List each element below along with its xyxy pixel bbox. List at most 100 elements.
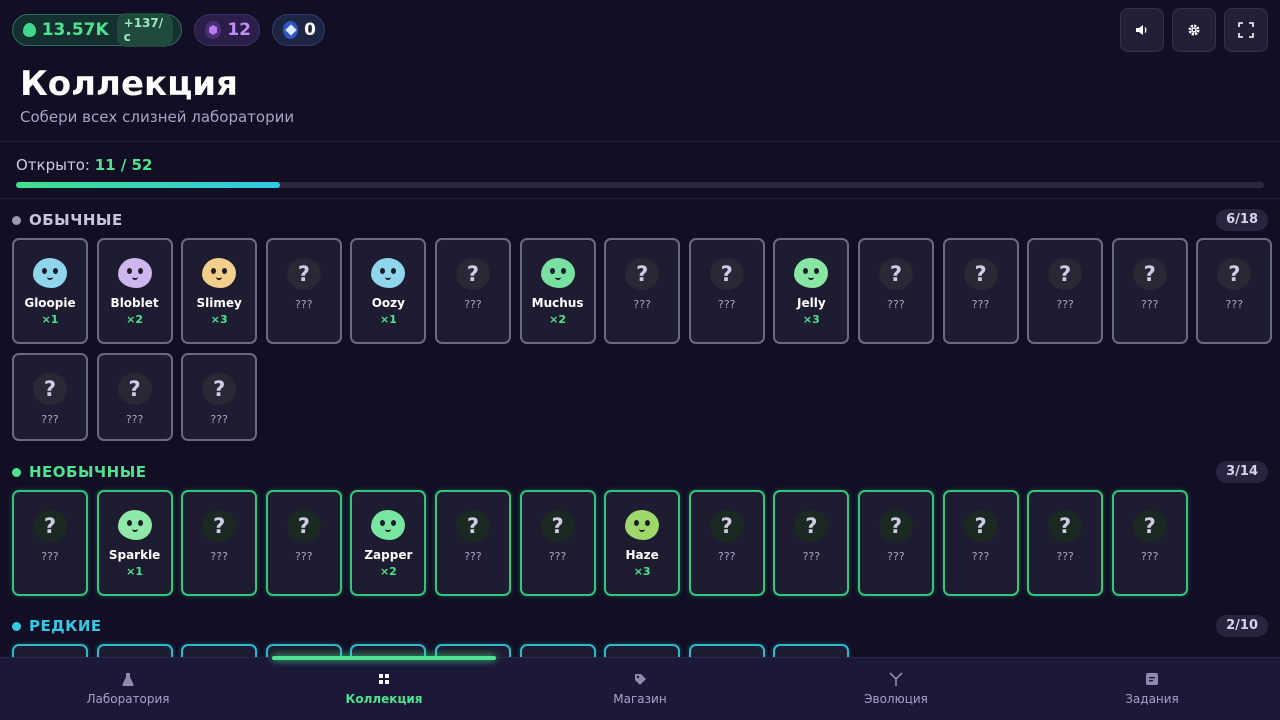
slime-icon bbox=[33, 258, 67, 288]
nav-evolution[interactable]: Эволюция bbox=[768, 658, 1024, 720]
card-grid bbox=[12, 644, 1276, 657]
nav-laboratory[interactable]: Лаборатория bbox=[0, 658, 256, 720]
nav-shop[interactable]: Магазин bbox=[512, 658, 768, 720]
locked-slime-icon: ? bbox=[963, 510, 998, 542]
slime-card[interactable]: ???? bbox=[604, 238, 681, 344]
nav-collection[interactable]: Коллекция bbox=[256, 658, 512, 720]
collection-scroll-area[interactable]: ОБЫЧНЫЕ 6/18 Gloopie ×1 Bloblet ×2 Slimey ×3?… bbox=[0, 199, 1280, 657]
slime-icon bbox=[540, 258, 575, 288]
slime-card[interactable]: ???? bbox=[1027, 238, 1104, 344]
slime-card[interactable]: Bloblet ×2 bbox=[96, 238, 173, 344]
locked-slime-icon: ? bbox=[33, 510, 67, 542]
nav-tasks[interactable]: Задания bbox=[1024, 658, 1280, 720]
slime-card[interactable]: ???? bbox=[857, 238, 934, 344]
section-count: 2/10 bbox=[1216, 615, 1268, 637]
section-title: НЕОБЫЧНЫЕ bbox=[29, 463, 147, 481]
slime-count: ×3 bbox=[210, 313, 228, 326]
slime-card[interactable]: Jelly ×3 bbox=[773, 238, 850, 344]
slime-card[interactable]: ???? bbox=[688, 238, 765, 344]
slime-icon bbox=[371, 510, 406, 540]
slime-card[interactable]: ???? bbox=[857, 490, 934, 596]
slime-name: ??? bbox=[717, 550, 736, 563]
slime-card[interactable]: Sparkle ×1 bbox=[96, 490, 173, 596]
slime-name: Gloopie bbox=[24, 296, 76, 310]
slime-name: Oozy bbox=[371, 296, 405, 310]
slime-card[interactable] bbox=[12, 644, 88, 657]
slime-card[interactable]: ???? bbox=[1196, 238, 1273, 344]
nav-label: Магазин bbox=[613, 692, 667, 706]
settings-button[interactable] bbox=[1172, 8, 1216, 52]
slime-card[interactable] bbox=[688, 644, 765, 657]
slime-card[interactable]: Oozy ×1 bbox=[350, 238, 427, 344]
slime-name: ??? bbox=[295, 298, 313, 311]
slime-card[interactable]: ???? bbox=[1111, 238, 1188, 344]
locked-slime-icon: ? bbox=[878, 258, 913, 290]
slime-card[interactable]: ???? bbox=[181, 490, 258, 596]
slime-card[interactable]: Haze ×3 bbox=[604, 490, 681, 596]
page-subtitle: Собери всех слизней лаборатории bbox=[20, 108, 295, 126]
sound-button[interactable] bbox=[1120, 8, 1164, 52]
slime-card[interactable]: ???? bbox=[519, 490, 596, 596]
locked-slime-icon: ? bbox=[709, 258, 744, 290]
slime-drop-icon bbox=[23, 23, 36, 37]
crystals-value: 0 bbox=[304, 20, 316, 40]
locked-slime-icon: ? bbox=[878, 510, 913, 542]
slime-card[interactable]: ???? bbox=[434, 238, 511, 344]
slime-card[interactable] bbox=[773, 644, 850, 657]
locked-slime-icon: ? bbox=[1217, 258, 1252, 290]
locked-slime-icon: ? bbox=[202, 510, 237, 542]
slime-card[interactable]: ???? bbox=[12, 490, 88, 596]
speaker-icon bbox=[1136, 25, 1147, 35]
slime-name: ??? bbox=[887, 550, 905, 563]
section-rare: РЕДКИЕ 2/10 bbox=[0, 615, 1280, 657]
locked-slime-icon: ? bbox=[286, 510, 321, 542]
slime-card[interactable]: ???? bbox=[942, 238, 1019, 344]
slime-card[interactable]: ???? bbox=[12, 353, 88, 441]
slime-icon bbox=[202, 258, 237, 288]
collection-progress-label: Открыто: 11 / 52 bbox=[16, 156, 152, 174]
section-count: 3/14 bbox=[1216, 461, 1268, 483]
slime-count: ×2 bbox=[126, 313, 144, 326]
hexagon-gem-icon bbox=[205, 21, 222, 39]
slime-card[interactable]: Slimey ×3 bbox=[181, 238, 258, 344]
slime-card[interactable]: ???? bbox=[773, 490, 850, 596]
gems-counter: 12 bbox=[194, 14, 260, 46]
slime-card[interactable]: Zapper ×2 bbox=[350, 490, 427, 596]
slime-card[interactable] bbox=[96, 644, 173, 657]
slime-card[interactable]: ???? bbox=[265, 238, 342, 344]
slime-name: Haze bbox=[625, 548, 659, 562]
slime-card[interactable]: Muchus ×2 bbox=[519, 238, 596, 344]
locked-slime-icon: ? bbox=[33, 373, 67, 405]
section-common: ОБЫЧНЫЕ 6/18 Gloopie ×1 Bloblet ×2 Slimey ×3?… bbox=[0, 209, 1280, 441]
rarity-dot bbox=[12, 622, 21, 631]
slime-card[interactable] bbox=[604, 644, 681, 657]
slime-name: ??? bbox=[1140, 550, 1159, 563]
slime-name: ??? bbox=[971, 550, 990, 563]
slime-card[interactable]: ???? bbox=[1111, 490, 1188, 596]
slime-card[interactable]: ???? bbox=[434, 490, 511, 596]
slime-card[interactable]: ???? bbox=[181, 353, 258, 441]
slime-name: ??? bbox=[971, 298, 990, 311]
slime-card[interactable]: ???? bbox=[96, 353, 173, 441]
nav-label: Лаборатория bbox=[86, 692, 170, 706]
slime-card[interactable]: ???? bbox=[688, 490, 765, 596]
slime-card[interactable]: Gloopie ×1 bbox=[12, 238, 88, 344]
slime-card[interactable] bbox=[519, 644, 596, 657]
slime-name: ??? bbox=[887, 298, 905, 311]
locked-slime-icon: ? bbox=[625, 258, 660, 290]
locked-slime-icon: ? bbox=[1132, 510, 1167, 542]
slime-card[interactable] bbox=[181, 644, 258, 657]
fullscreen-button[interactable] bbox=[1224, 8, 1268, 52]
slime-icon bbox=[117, 258, 152, 288]
locked-slime-icon: ? bbox=[1048, 510, 1083, 542]
grid-icon bbox=[377, 672, 391, 686]
slime-name: ??? bbox=[1225, 298, 1244, 311]
collection-progress-fill bbox=[16, 182, 280, 188]
locked-slime-icon: ? bbox=[455, 258, 490, 290]
slime-card[interactable]: ???? bbox=[1027, 490, 1104, 596]
slime-card[interactable]: ???? bbox=[942, 490, 1019, 596]
task-list-icon bbox=[1145, 672, 1159, 686]
money-value: 13.57K bbox=[41, 20, 109, 40]
slime-count: ×1 bbox=[126, 565, 144, 578]
slime-card[interactable]: ???? bbox=[265, 490, 342, 596]
